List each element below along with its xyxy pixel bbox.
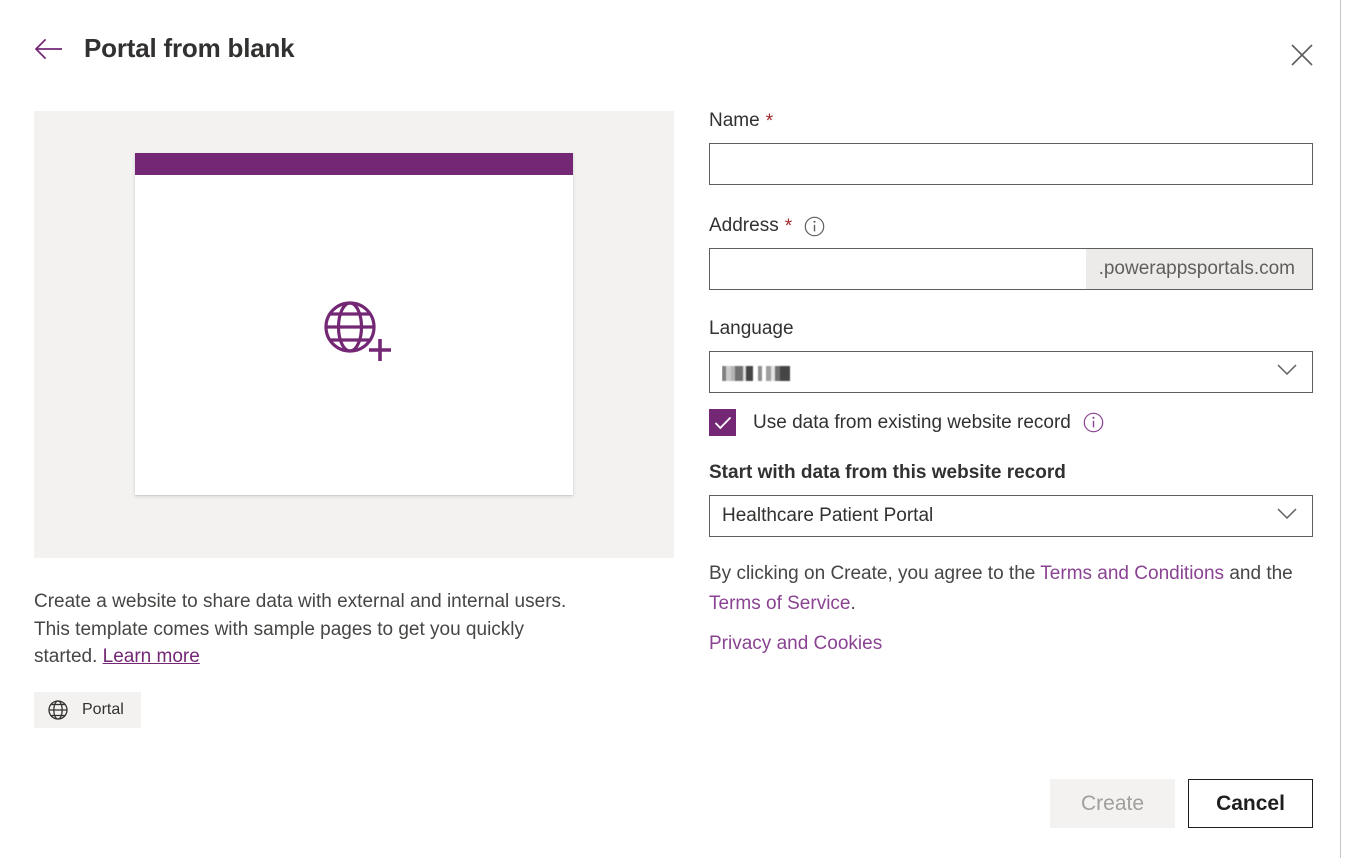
name-required-marker: * bbox=[765, 110, 774, 132]
privacy-and-cookies-link[interactable]: Privacy and Cookies bbox=[709, 631, 882, 657]
arrow-left-icon bbox=[34, 38, 64, 60]
language-label: Language bbox=[709, 318, 794, 339]
chevron-down-icon bbox=[1276, 507, 1298, 525]
address-domain-suffix: .powerappsportals.com bbox=[1085, 249, 1312, 289]
legal-middle: and the bbox=[1224, 563, 1293, 584]
name-label: Name bbox=[709, 110, 760, 131]
address-input-wrapper: .powerappsportals.com bbox=[709, 248, 1313, 290]
language-field-group: Language bbox=[709, 316, 1313, 393]
page-title: Portal from blank bbox=[84, 33, 295, 63]
name-label-row: Name * bbox=[709, 108, 1313, 134]
preview-header-bar bbox=[135, 153, 573, 175]
language-selected-value bbox=[722, 362, 802, 382]
address-input[interactable] bbox=[710, 249, 1086, 289]
use-existing-record-row: Use data from existing website record bbox=[709, 409, 1313, 436]
template-tag-portal[interactable]: Portal bbox=[34, 692, 141, 728]
globe-icon bbox=[47, 699, 69, 721]
website-record-dropdown[interactable]: Healthcare Patient Portal bbox=[709, 495, 1313, 537]
template-preview-column: Create a website to share data with exte… bbox=[34, 111, 674, 728]
dialog-footer: Create Cancel bbox=[0, 779, 1313, 828]
name-input[interactable] bbox=[709, 143, 1313, 185]
template-preview-card bbox=[135, 153, 573, 495]
close-button[interactable] bbox=[1285, 38, 1319, 72]
dialog-header: Portal from blank bbox=[0, 0, 1341, 100]
create-button[interactable]: Create bbox=[1050, 779, 1175, 828]
terms-of-service-link[interactable]: Terms of Service bbox=[709, 593, 850, 614]
website-record-label-row: Start with data from this website record bbox=[709, 460, 1313, 486]
template-preview-pane bbox=[34, 111, 674, 558]
legal-suffix: . bbox=[850, 593, 856, 614]
website-record-field-group: Start with data from this website record… bbox=[709, 460, 1313, 537]
language-label-row: Language bbox=[709, 316, 1313, 342]
close-icon bbox=[1289, 42, 1315, 68]
name-field-group: Name * bbox=[709, 108, 1313, 185]
address-required-marker: * bbox=[784, 215, 793, 237]
cancel-button[interactable]: Cancel bbox=[1188, 779, 1313, 828]
back-button[interactable] bbox=[30, 30, 68, 68]
create-portal-dialog: Portal from blank Create a website to sh… bbox=[0, 0, 1341, 858]
legal-prefix: By clicking on Create, you agree to the bbox=[709, 563, 1041, 584]
address-label-row: Address * bbox=[709, 213, 1313, 239]
learn-more-link[interactable]: Learn more bbox=[103, 646, 200, 667]
use-existing-record-checkbox[interactable] bbox=[709, 409, 736, 436]
template-tag-label: Portal bbox=[82, 701, 124, 718]
checkmark-icon bbox=[714, 416, 732, 430]
legal-text: By clicking on Create, you agree to the … bbox=[709, 559, 1299, 619]
address-field-group: Address * .powerappsportals.com bbox=[709, 213, 1313, 290]
globe-add-icon bbox=[317, 293, 397, 378]
use-existing-record-info-icon[interactable] bbox=[1083, 412, 1104, 433]
website-record-label: Start with data from this website record bbox=[709, 462, 1066, 483]
template-description: Create a website to share data with exte… bbox=[34, 588, 579, 671]
website-record-selected-value: Healthcare Patient Portal bbox=[722, 505, 934, 526]
language-dropdown[interactable] bbox=[709, 351, 1313, 393]
preview-card-body bbox=[135, 175, 573, 495]
template-tag-row: Portal bbox=[34, 692, 141, 728]
use-existing-record-label: Use data from existing website record bbox=[753, 411, 1071, 433]
chevron-down-icon bbox=[1276, 363, 1298, 381]
terms-and-conditions-link[interactable]: Terms and Conditions bbox=[1040, 563, 1224, 584]
portal-form: Name * Address * .powerappsportals.com L… bbox=[709, 108, 1313, 657]
address-label: Address bbox=[709, 215, 779, 236]
address-info-icon[interactable] bbox=[804, 216, 825, 237]
